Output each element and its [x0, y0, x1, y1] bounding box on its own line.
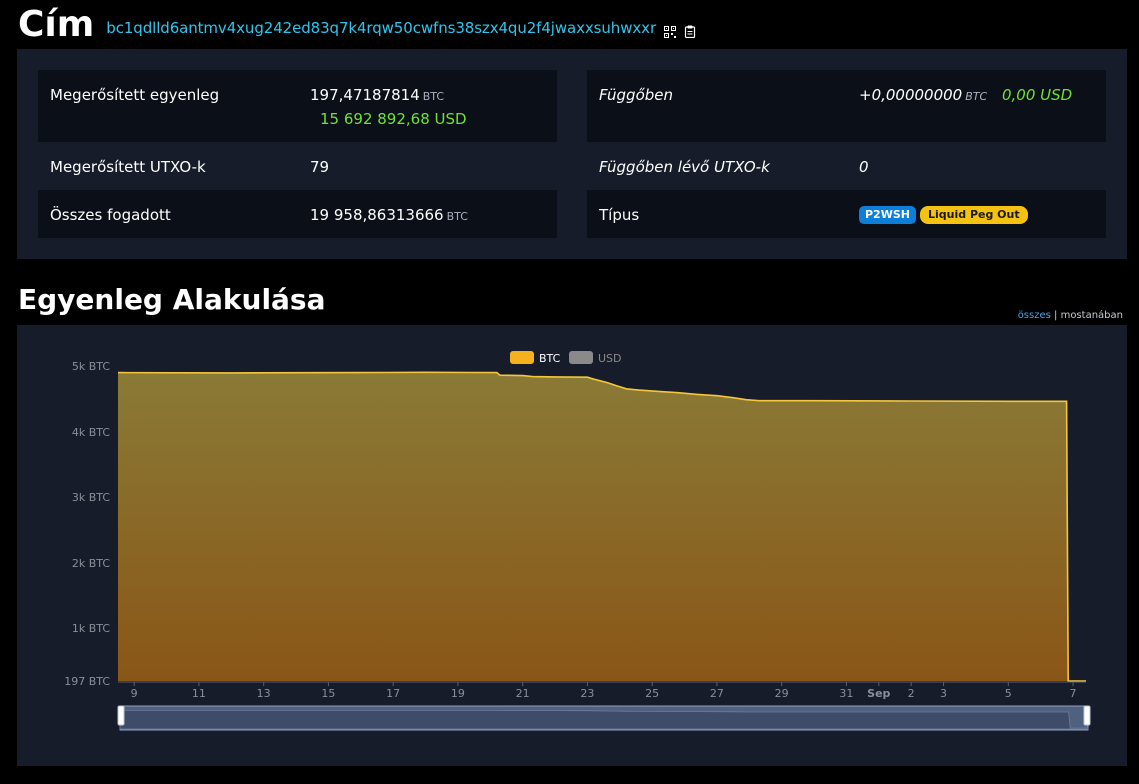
p2wsh-badge: P2WSH — [859, 206, 916, 224]
x-tick-label: 29 — [775, 687, 789, 700]
x-axis: 9 11 13 15 17 19 21 23 25 27 29 31 Sep 2 3 5 7 — [118, 681, 1086, 700]
page-title: Cím — [18, 3, 95, 45]
range-all-link[interactable]: összes — [1018, 310, 1051, 321]
range-selector: összes | mostanában — [1018, 310, 1123, 321]
x-tick-label: 2 — [908, 687, 915, 700]
range-recent-link[interactable]: mostanában — [1061, 310, 1123, 321]
balance-chart-panel: BTC USD 5k BTC 4k BTC 3k BTC 2k BTC 1k BTC 19… — [17, 325, 1127, 766]
x-tick-label: 27 — [710, 687, 724, 700]
pending-utxo-value: 0 — [859, 158, 869, 176]
x-tick-label: Sep — [867, 687, 890, 700]
confirmed-utxo-label: Megerősített UTXO-k — [50, 158, 206, 176]
pending-amount: +0,00000000 — [859, 86, 963, 104]
total-received-value: 19 958,86313666 BTC — [310, 206, 468, 224]
x-tick-label: 21 — [516, 687, 530, 700]
address-link[interactable]: bc1qdlld6antmv4xug242ed83q7k4rqw50cwfns3… — [106, 19, 656, 37]
x-tick-label: 17 — [386, 687, 400, 700]
zoom-handle-right[interactable] — [1083, 705, 1091, 726]
zoom-slider[interactable] — [117, 705, 1091, 731]
type-label: Típus — [599, 206, 640, 224]
y-tick-label: 3k BTC — [72, 491, 110, 504]
legend-usd-label[interactable]: USD — [598, 352, 622, 365]
qr-code-icon[interactable] — [664, 23, 677, 38]
clipboard-icon[interactable] — [684, 23, 696, 39]
pending-unit: BTC — [965, 90, 988, 103]
confirmed-balance-amount: 197,47187814 — [310, 86, 420, 104]
pending-value: +0,00000000 BTC 0,00 USD — [859, 86, 1072, 104]
pending-utxo-row: Függőben lévő UTXO-k 0 — [587, 142, 1106, 190]
total-received-label: Összes fogadott — [50, 206, 171, 224]
x-tick-label: 31 — [839, 687, 853, 700]
y-tick-label: 4k BTC — [72, 426, 110, 439]
balance-chart[interactable]: BTC USD 5k BTC 4k BTC 3k BTC 2k BTC 1k BTC 19… — [17, 325, 1127, 766]
btc-area-fill — [118, 372, 1086, 681]
address-summary-panel: Megerősített egyenleg 197,47187814 BTC 15… — [17, 49, 1127, 259]
balance-history-title: Egyenleg Alakulása — [18, 283, 326, 316]
y-tick-label: 197 BTC — [64, 675, 110, 688]
range-separator: | — [1054, 310, 1058, 321]
zoom-slider-preview — [119, 710, 1089, 730]
zoom-handle-left[interactable] — [117, 705, 125, 726]
chart-legend: BTC USD — [510, 351, 622, 365]
x-tick-label: 5 — [1005, 687, 1012, 700]
confirmed-utxo-value: 79 — [310, 158, 330, 176]
x-tick-label: 7 — [1070, 687, 1077, 700]
pending-usd: 0,00 USD — [1001, 86, 1073, 104]
x-tick-label: 3 — [940, 687, 947, 700]
btc-area-series — [117, 371, 1086, 682]
x-tick-label: 9 — [131, 687, 138, 700]
y-axis: 5k BTC 4k BTC 3k BTC 2k BTC 1k BTC 197 BTC — [64, 360, 110, 688]
confirmed-utxo-row: Megerősített UTXO-k 79 — [38, 142, 557, 190]
x-tick-label: 15 — [321, 687, 335, 700]
pending-utxo-label: Függőben lévő UTXO-k — [599, 158, 770, 176]
pending-label: Függőben — [599, 86, 674, 104]
y-tick-label: 1k BTC — [72, 622, 110, 635]
total-received-amount: 19 958,86313666 — [310, 206, 444, 224]
x-tick-label: 25 — [645, 687, 659, 700]
confirmed-balance-usd: 15 692 892,68 USD — [320, 110, 467, 128]
y-tick-label: 5k BTC — [72, 360, 110, 373]
type-row: Típus P2WSH Liquid Peg Out — [587, 190, 1106, 238]
legend-btc-swatch[interactable] — [510, 351, 534, 364]
confirmed-balance-value: 197,47187814 BTC — [310, 86, 444, 104]
x-tick-label: 19 — [451, 687, 465, 700]
total-received-unit: BTC — [446, 210, 468, 223]
x-tick-label: 23 — [580, 687, 594, 700]
address-header: Cím bc1qdlld6antmv4xug242ed83q7k4rqw50cw… — [18, 2, 696, 46]
y-tick-label: 2k BTC — [72, 557, 110, 570]
legend-usd-swatch[interactable] — [569, 351, 593, 364]
confirmed-balance-row: Megerősített egyenleg 197,47187814 BTC 15… — [38, 70, 557, 142]
confirmed-balance-label: Megerősített egyenleg — [50, 86, 220, 104]
type-badges: P2WSH Liquid Peg Out — [859, 204, 1032, 224]
total-received-row: Összes fogadott 19 958,86313666 BTC — [38, 190, 557, 238]
pending-row: Függőben +0,00000000 BTC 0,00 USD — [587, 70, 1106, 142]
legend-btc-label[interactable]: BTC — [539, 352, 561, 365]
confirmed-balance-unit: BTC — [422, 90, 445, 103]
x-tick-label: 11 — [192, 687, 206, 700]
liquid-peg-out-badge: Liquid Peg Out — [919, 206, 1028, 224]
x-tick-label: 13 — [257, 687, 271, 700]
